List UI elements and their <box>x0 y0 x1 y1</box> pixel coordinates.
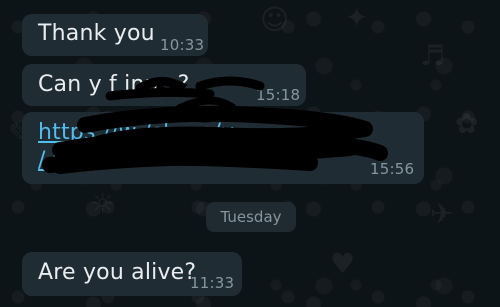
message-link[interactable]: / y <box>38 148 66 173</box>
doodle-icon: ✦ <box>345 1 369 34</box>
message-link[interactable]: https://w /share/v <box>38 120 234 145</box>
message-timestamp: 15:18 <box>256 86 301 104</box>
message-bubble[interactable]: Thank you 10:33 <box>22 14 208 56</box>
doodle-icon: ♥ <box>330 247 356 280</box>
doodle-icon: ✿ <box>455 107 479 140</box>
message-bubble[interactable]: Are you alive? 11:33 <box>22 252 242 296</box>
message-timestamp: 11:33 <box>190 274 235 292</box>
message-bubble[interactable]: Can y f inn s? 15:18 <box>22 64 306 106</box>
message-bubble[interactable]: https://w /share/v / y 15:56 <box>22 112 424 184</box>
message-text: Can y f inn s? <box>38 72 190 97</box>
message-text: Are you alive? <box>38 260 197 285</box>
day-separator: Tuesday <box>206 202 296 232</box>
doodle-icon: ♬ <box>420 39 446 72</box>
doodle-icon: ☺ <box>260 3 290 36</box>
doodle-icon: ☼ <box>90 187 116 220</box>
message-timestamp: 15:56 <box>370 160 415 178</box>
message-text: Thank you <box>38 21 155 46</box>
doodle-icon: ✈ <box>430 197 454 230</box>
message-timestamp: 10:33 <box>160 36 205 54</box>
